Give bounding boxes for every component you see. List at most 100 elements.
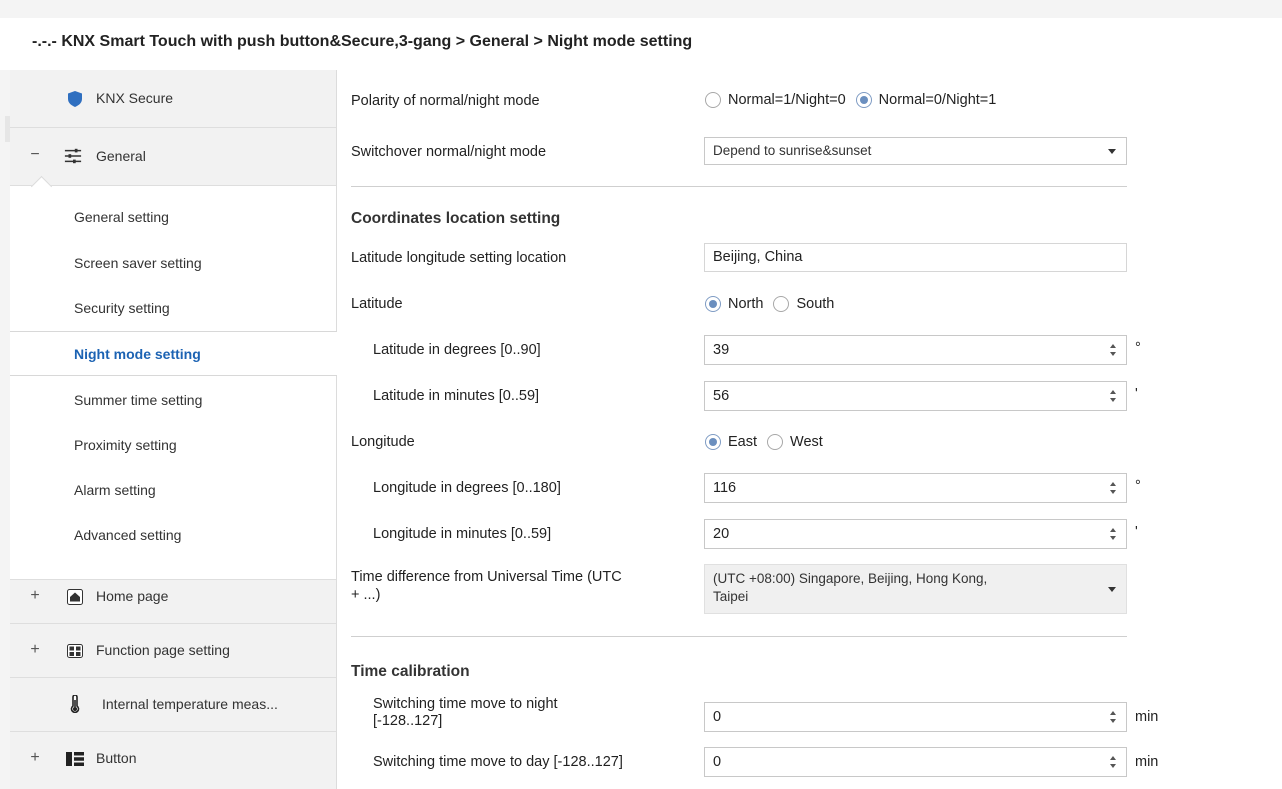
lat-deg-spinner[interactable]: 39 [704,335,1127,365]
radio-circle[interactable] [767,434,784,450]
longitude-option-east[interactable]: East [705,434,757,450]
spinner-arrows[interactable] [1108,336,1118,364]
sidebar: KNX Secure − General General setting Scr… [10,70,337,789]
spin-down-icon[interactable] [1110,536,1116,540]
radio-circle[interactable] [705,92,721,108]
night-move-spinner[interactable]: 0 [704,702,1127,732]
subitem-label: Alarm setting [74,482,156,498]
spin-down-icon[interactable] [1110,352,1116,356]
divider [351,186,1127,187]
collapse-icon[interactable]: − [28,146,42,164]
location-input[interactable]: Beijing, China [704,243,1127,272]
divider [351,636,1127,637]
sidebar-item-knx-secure[interactable]: KNX Secure [10,70,336,128]
expand-icon[interactable]: + [28,749,42,767]
button-list-icon [66,750,84,768]
lat-min-spinner[interactable]: 56 [704,381,1127,411]
expand-icon[interactable]: + [28,587,42,605]
lon-min-label: Longitude in minutes [0..59] [373,526,552,542]
latitude-option-south[interactable]: South [773,296,834,312]
spinner-arrows[interactable] [1108,474,1118,502]
thermometer-icon [66,695,84,713]
spin-up-icon[interactable] [1110,482,1116,486]
sliders-icon [64,147,82,165]
sidebar-subitem-alarm[interactable]: Alarm setting [10,474,336,504]
sidebar-item-button[interactable]: + Button [10,732,336,789]
label-line: Switching time move to night [373,696,558,712]
spinner-value: 20 [713,526,730,542]
lon-min-spinner[interactable]: 20 [704,519,1127,549]
label-line: [-128..127] [373,713,443,729]
spinner-arrows[interactable] [1108,382,1118,410]
polarity-option-normal1[interactable]: Normal=1/Night=0 [705,92,846,108]
sidebar-subitem-summer-time[interactable]: Summer time setting [10,384,336,414]
spin-down-icon[interactable] [1110,490,1116,494]
radio-circle[interactable] [773,296,790,312]
sidebar-subitem-night-mode[interactable]: Night mode setting [10,331,337,376]
sidebar-subitem-general-setting[interactable]: General setting [10,201,336,231]
time-diff-select[interactable]: (UTC +08:00) Singapore, Beijing, Hong Ko… [704,564,1127,614]
grid-icon [66,642,84,660]
radio-circle-selected[interactable] [705,434,721,450]
sidebar-item-label: Internal temperature meas... [102,696,278,712]
sidebar-subitem-screen-saver[interactable]: Screen saver setting [10,247,336,277]
unit-min: min [1135,754,1159,770]
sidebar-subitem-proximity[interactable]: Proximity setting [10,429,336,459]
day-move-spinner[interactable]: 0 [704,747,1127,777]
spin-up-icon[interactable] [1110,711,1116,715]
radio-label: Normal=0/Night=1 [878,92,997,108]
unit-degree: ° [1135,478,1141,494]
switchover-label: Switchover normal/night mode [351,144,547,160]
spinner-arrows[interactable] [1108,703,1118,731]
latitude-label: Latitude [351,296,403,312]
subitem-label: Screen saver setting [74,255,202,271]
sidebar-item-label: KNX Secure [96,90,174,106]
sidebar-item-internal-temp[interactable]: Internal temperature meas... [10,678,336,732]
radio-label: West [790,434,823,450]
lon-deg-label: Longitude in degrees [0..180] [373,480,561,496]
spinner-arrows[interactable] [1108,520,1118,548]
expand-icon[interactable]: + [28,641,42,659]
night-move-label: Switching time move to night [-128..127] [373,696,558,730]
input-value: Beijing, China [713,249,803,265]
sidebar-item-label: General [96,148,146,164]
sidebar-subitem-advanced[interactable]: Advanced setting [10,519,336,549]
spin-up-icon[interactable] [1110,756,1116,760]
spin-down-icon[interactable] [1110,398,1116,402]
location-label: Latitude longitude setting location [351,250,567,266]
page-title: -.-.- KNX Smart Touch with push button&S… [32,33,693,50]
sidebar-subitem-security[interactable]: Security setting [10,292,336,322]
radio-label: South [796,296,835,312]
value-line: Taipei [713,589,749,604]
spin-up-icon[interactable] [1110,344,1116,348]
switchover-select[interactable]: Depend to sunrise&sunset [704,137,1127,165]
radio-label: Normal=1/Night=0 [728,92,846,108]
shield-icon [66,90,84,108]
radio-circle-selected[interactable] [855,92,872,108]
spin-down-icon[interactable] [1110,719,1116,723]
spinner-arrows[interactable] [1108,748,1118,776]
subitem-label: Advanced setting [74,527,182,543]
longitude-radio-group: East West [705,434,833,450]
latitude-option-north[interactable]: North [705,296,763,312]
lon-deg-spinner[interactable]: 116 [704,473,1127,503]
polarity-option-normal0[interactable]: Normal=0/Night=1 [855,92,997,108]
spin-down-icon[interactable] [1110,764,1116,768]
sidebar-item-label: Home page [96,588,169,604]
longitude-option-west[interactable]: West [767,434,823,450]
select-value: (UTC +08:00) Singapore, Beijing, Hong Ko… [713,570,987,606]
sidebar-item-general[interactable]: − General [10,128,336,186]
sidebar-item-home-page[interactable]: + Home page [10,570,336,624]
spin-up-icon[interactable] [1110,528,1116,532]
coords-section-heading: Coordinates location setting [351,210,561,227]
spin-up-icon[interactable] [1110,390,1116,394]
calib-section-heading: Time calibration [351,663,470,680]
longitude-label: Longitude [351,434,415,450]
radio-circle-selected[interactable] [705,296,721,312]
unit-degree: ° [1135,340,1141,356]
value-line: (UTC +08:00) Singapore, Beijing, Hong Ko… [713,571,988,586]
sidebar-item-function-page[interactable]: + Function page setting [10,624,336,678]
chevron-down-icon[interactable] [1108,149,1116,154]
subitem-label: Summer time setting [74,392,203,408]
chevron-down-icon[interactable] [1108,587,1116,592]
